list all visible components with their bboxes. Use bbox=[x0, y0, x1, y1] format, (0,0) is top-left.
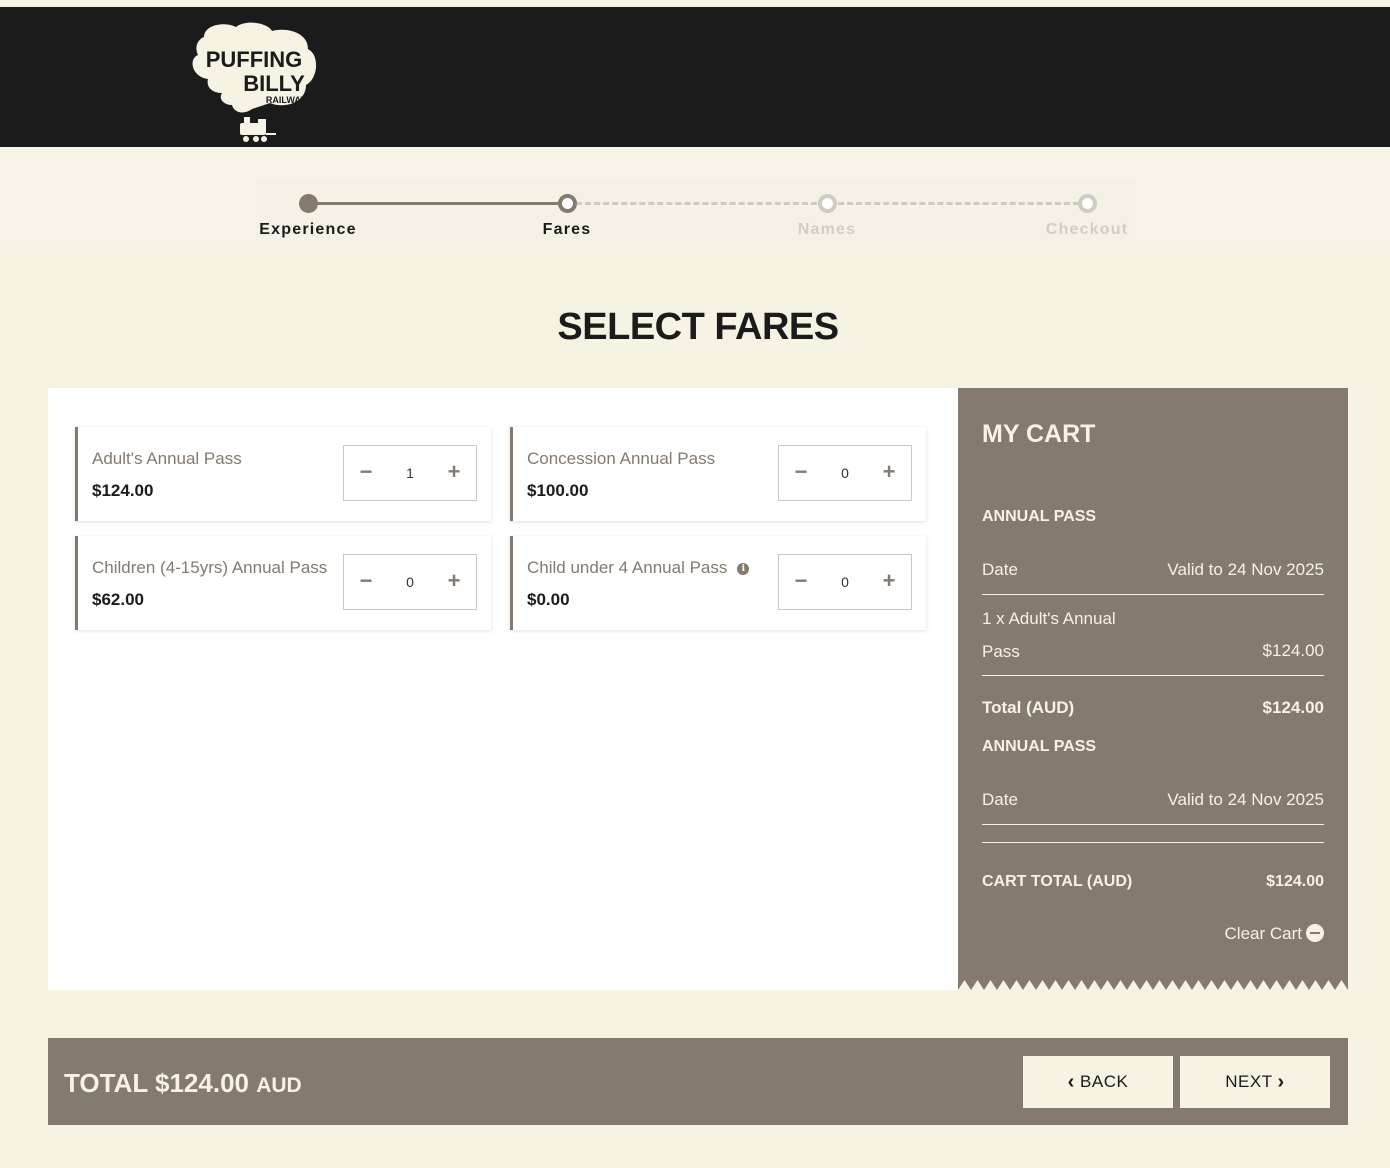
item-description-line: Pass bbox=[982, 642, 1020, 661]
quantity-stepper: − 0 + bbox=[778, 554, 912, 610]
fare-price: $124.00 bbox=[92, 481, 154, 500]
minus-circle-icon bbox=[1306, 924, 1324, 942]
fare-name: Adult's Annual Pass bbox=[92, 449, 242, 468]
date-label: Date bbox=[982, 790, 1018, 809]
next-button-label: NEXT bbox=[1225, 1072, 1273, 1091]
step-experience-label[interactable]: Experience bbox=[238, 221, 378, 239]
step-checkout-label: Checkout bbox=[1045, 221, 1129, 238]
cart-total-value: $124.00 bbox=[1266, 873, 1324, 890]
step-fares-label: Fares bbox=[542, 221, 592, 238]
progress-track-complete bbox=[308, 202, 568, 205]
fare-card-concession: Concession Annual Pass $100.00 − 0 + bbox=[510, 427, 926, 521]
footer-bar: TOTAL $124.00 AUD ‹ BACK NEXT › bbox=[48, 1038, 1348, 1125]
item-description-line: 1 x Adult's Annual bbox=[982, 609, 1116, 628]
cart-section-heading: ANNUAL PASS bbox=[982, 508, 1097, 525]
step-names-dot bbox=[818, 194, 837, 213]
chevron-right-icon: › bbox=[1277, 1071, 1285, 1093]
decrement-button[interactable]: − bbox=[344, 555, 388, 609]
back-button[interactable]: ‹ BACK bbox=[1023, 1056, 1173, 1108]
decrement-button[interactable]: − bbox=[344, 446, 388, 500]
increment-button[interactable]: + bbox=[432, 446, 476, 500]
receipt-edge bbox=[958, 980, 1348, 990]
svg-text:PUFFING: PUFFING bbox=[206, 47, 303, 72]
fare-price: $62.00 bbox=[92, 590, 144, 609]
fare-card-child-under-4: Child under 4 Annual Pass i $0.00 − 0 + bbox=[510, 536, 926, 630]
quantity-stepper: − 0 + bbox=[778, 445, 912, 501]
cart-item-row: 1 x Adult's Annual Pass $124.00 bbox=[982, 609, 1324, 669]
svg-text:RAILWAY: RAILWAY bbox=[266, 95, 306, 105]
fare-card-adult: Adult's Annual Pass $124.00 − 1 + bbox=[75, 427, 491, 521]
quantity-input[interactable]: 0 bbox=[823, 446, 867, 500]
step-experience-dot[interactable] bbox=[299, 194, 318, 213]
quantity-stepper: − 0 + bbox=[343, 554, 477, 610]
footer-total-currency: AUD bbox=[256, 1074, 302, 1097]
section-total-value: $124.00 bbox=[1262, 698, 1324, 717]
svg-text:BILLY: BILLY bbox=[243, 71, 305, 96]
next-button[interactable]: NEXT › bbox=[1180, 1056, 1330, 1108]
quantity-input[interactable]: 0 bbox=[388, 555, 432, 609]
item-description: 1 x Adult's Annual Pass bbox=[982, 609, 1116, 662]
puffing-billy-logo[interactable]: PUFFING BILLY RAILWAY bbox=[184, 19, 324, 147]
fare-name: Child under 4 Annual Pass i bbox=[527, 558, 750, 578]
site-header: PUFFING BILLY RAILWAY bbox=[0, 7, 1390, 147]
item-price: $124.00 bbox=[1262, 641, 1324, 660]
train-icon bbox=[240, 117, 276, 142]
step-checkout-dot bbox=[1078, 194, 1097, 213]
date-value: Valid to 24 Nov 2025 bbox=[1167, 560, 1324, 579]
divider bbox=[982, 594, 1324, 595]
decrement-button[interactable]: − bbox=[779, 446, 823, 500]
fare-name: Children (4-15yrs) Annual Pass bbox=[92, 558, 328, 577]
step-names-label: Names bbox=[797, 221, 857, 238]
info-icon[interactable]: i bbox=[737, 563, 750, 575]
clear-cart-button[interactable]: Clear Cart bbox=[1225, 924, 1324, 944]
date-value: Valid to 24 Nov 2025 bbox=[1167, 790, 1324, 809]
fare-name: Concession Annual Pass bbox=[527, 449, 716, 468]
quantity-input[interactable]: 1 bbox=[388, 446, 432, 500]
page-title: SELECT FARES bbox=[557, 306, 839, 348]
step-fares-dot bbox=[558, 194, 577, 213]
section-total-label: Total (AUD) bbox=[982, 698, 1075, 717]
quantity-input[interactable]: 0 bbox=[823, 555, 867, 609]
footer-total: TOTAL $124.00 AUD bbox=[64, 1068, 302, 1099]
fare-card-children: Children (4-15yrs) Annual Pass $62.00 − … bbox=[75, 536, 491, 630]
fare-name-text: Child under 4 Annual Pass bbox=[527, 558, 728, 577]
cart-title: MY CART bbox=[982, 420, 1096, 448]
date-label: Date bbox=[982, 560, 1018, 579]
fare-price: $100.00 bbox=[527, 481, 589, 500]
footer-total-amount: TOTAL $124.00 bbox=[64, 1068, 249, 1098]
fare-price: $0.00 bbox=[527, 590, 570, 609]
cart-section-heading: ANNUAL PASS bbox=[982, 738, 1097, 755]
increment-button[interactable]: + bbox=[867, 446, 911, 500]
cart-total-label: CART TOTAL (AUD) bbox=[982, 873, 1133, 890]
increment-button[interactable]: + bbox=[867, 555, 911, 609]
increment-button[interactable]: + bbox=[432, 555, 476, 609]
quantity-stepper: − 1 + bbox=[343, 445, 477, 501]
checkout-progress: Experience Fares Names Checkout bbox=[256, 180, 1136, 244]
top-strip bbox=[0, 0, 1390, 7]
divider bbox=[982, 675, 1324, 676]
decrement-button[interactable]: − bbox=[779, 555, 823, 609]
back-button-label: BACK bbox=[1080, 1072, 1129, 1091]
divider bbox=[982, 842, 1324, 843]
clear-cart-label: Clear Cart bbox=[1224, 924, 1302, 943]
cart-panel: MY CART ANNUAL PASS Date Valid to 24 Nov… bbox=[958, 388, 1348, 990]
fares-panel: Adult's Annual Pass $124.00 − 1 + Conces… bbox=[48, 388, 958, 990]
divider bbox=[982, 824, 1324, 825]
chevron-left-icon: ‹ bbox=[1067, 1071, 1075, 1093]
